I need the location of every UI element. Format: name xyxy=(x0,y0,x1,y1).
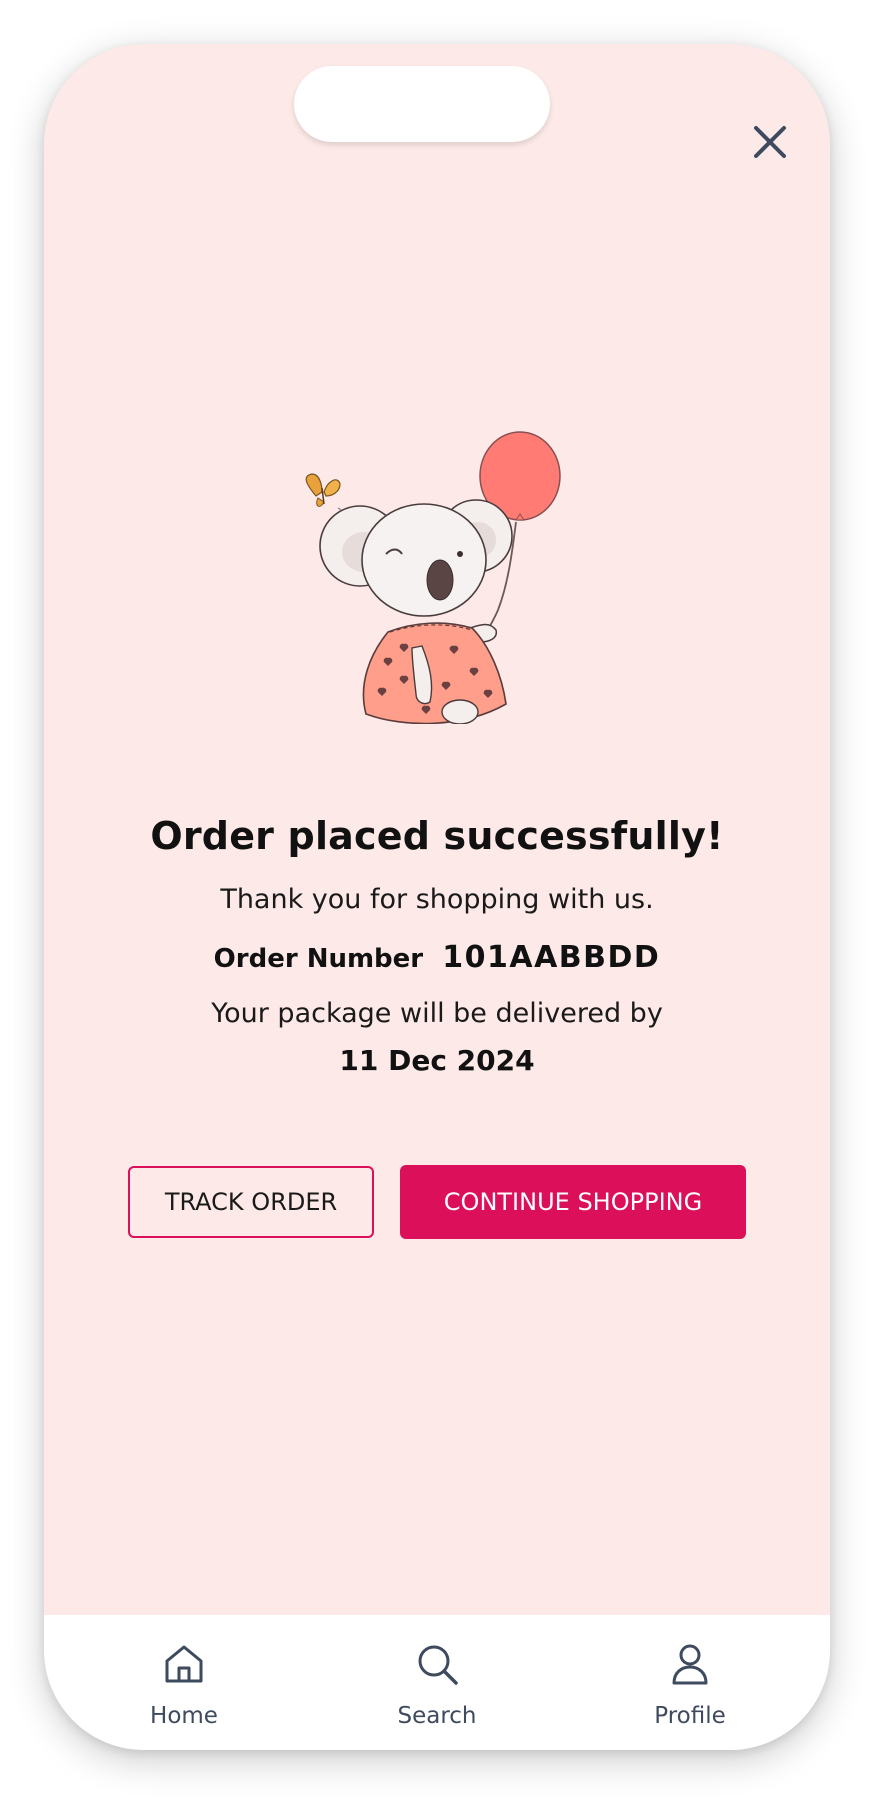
continue-shopping-label: CONTINUE SHOPPING xyxy=(443,1188,703,1216)
phone-screen: Order placed successfully! Thank you for… xyxy=(44,44,830,1750)
thank-you-message: Thank you for shopping with us. xyxy=(220,884,654,915)
home-icon xyxy=(165,1645,203,1683)
nav-label-profile: Profile xyxy=(654,1703,726,1729)
delivery-message: Your package will be delivered by xyxy=(211,998,663,1029)
nav-label-home: Home xyxy=(150,1703,218,1729)
continue-shopping-button[interactable]: CONTINUE SHOPPING xyxy=(400,1165,746,1239)
order-number-value: 101AABBDD xyxy=(442,940,661,975)
bottom-navigation: Home Search Profile xyxy=(44,1615,830,1750)
profile-icon xyxy=(672,1644,708,1685)
nav-label-search: Search xyxy=(397,1703,477,1729)
page-title: Order placed successfully! xyxy=(150,814,724,858)
koala-balloon-illustration xyxy=(294,384,594,725)
delivery-date: 11 Dec 2024 xyxy=(339,1044,535,1077)
camera-notch xyxy=(294,66,550,142)
nav-item-profile[interactable]: Profile xyxy=(610,1615,770,1750)
nav-item-home[interactable]: Home xyxy=(104,1615,264,1750)
search-icon xyxy=(418,1645,458,1685)
close-button[interactable] xyxy=(748,120,792,164)
order-number-label: Order Number xyxy=(213,944,424,974)
nav-item-search[interactable]: Search xyxy=(357,1615,517,1750)
order-number-row: Order Number 101AABBDD xyxy=(44,940,830,975)
close-icon xyxy=(754,126,786,158)
track-order-label: TRACK ORDER xyxy=(164,1188,338,1216)
track-order-button[interactable]: TRACK ORDER xyxy=(128,1166,374,1238)
